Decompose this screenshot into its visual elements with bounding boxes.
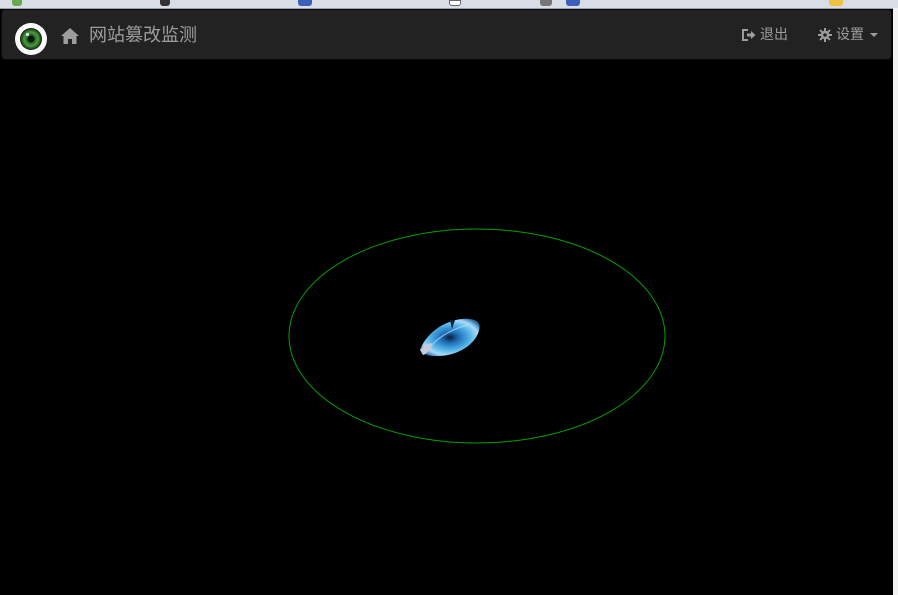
tab-favicon[interactable] xyxy=(12,0,22,6)
tab-favicon[interactable] xyxy=(566,0,580,6)
monitor-stage xyxy=(0,61,893,595)
settings-label: 设置 xyxy=(836,27,864,43)
eye-icon[interactable] xyxy=(420,318,480,357)
monitor-canvas xyxy=(288,228,666,444)
eye-iris-icon xyxy=(20,28,42,50)
tab-favicon[interactable] xyxy=(449,0,461,6)
sign-out-icon xyxy=(742,29,756,41)
tab-favicon[interactable] xyxy=(829,0,843,6)
page-title[interactable]: 网站篡改监测 xyxy=(89,26,197,46)
scan-ring xyxy=(288,228,666,444)
window-edge xyxy=(893,8,898,595)
gear-icon xyxy=(818,28,832,42)
logout-label: 退出 xyxy=(760,27,788,43)
tab-favicon[interactable] xyxy=(298,0,312,6)
browser-tab-strip xyxy=(0,0,898,9)
tab-favicon[interactable] xyxy=(160,0,170,6)
logout-link[interactable]: 退出 xyxy=(741,26,788,44)
app-window: 网站篡改监测 退出 设置 xyxy=(0,0,898,595)
caret-down-icon xyxy=(870,33,878,37)
eye-logo-icon[interactable] xyxy=(15,23,47,55)
home-icon[interactable] xyxy=(60,26,80,46)
tab-favicon[interactable] xyxy=(540,0,552,6)
settings-dropdown[interactable]: 设置 xyxy=(818,26,878,44)
